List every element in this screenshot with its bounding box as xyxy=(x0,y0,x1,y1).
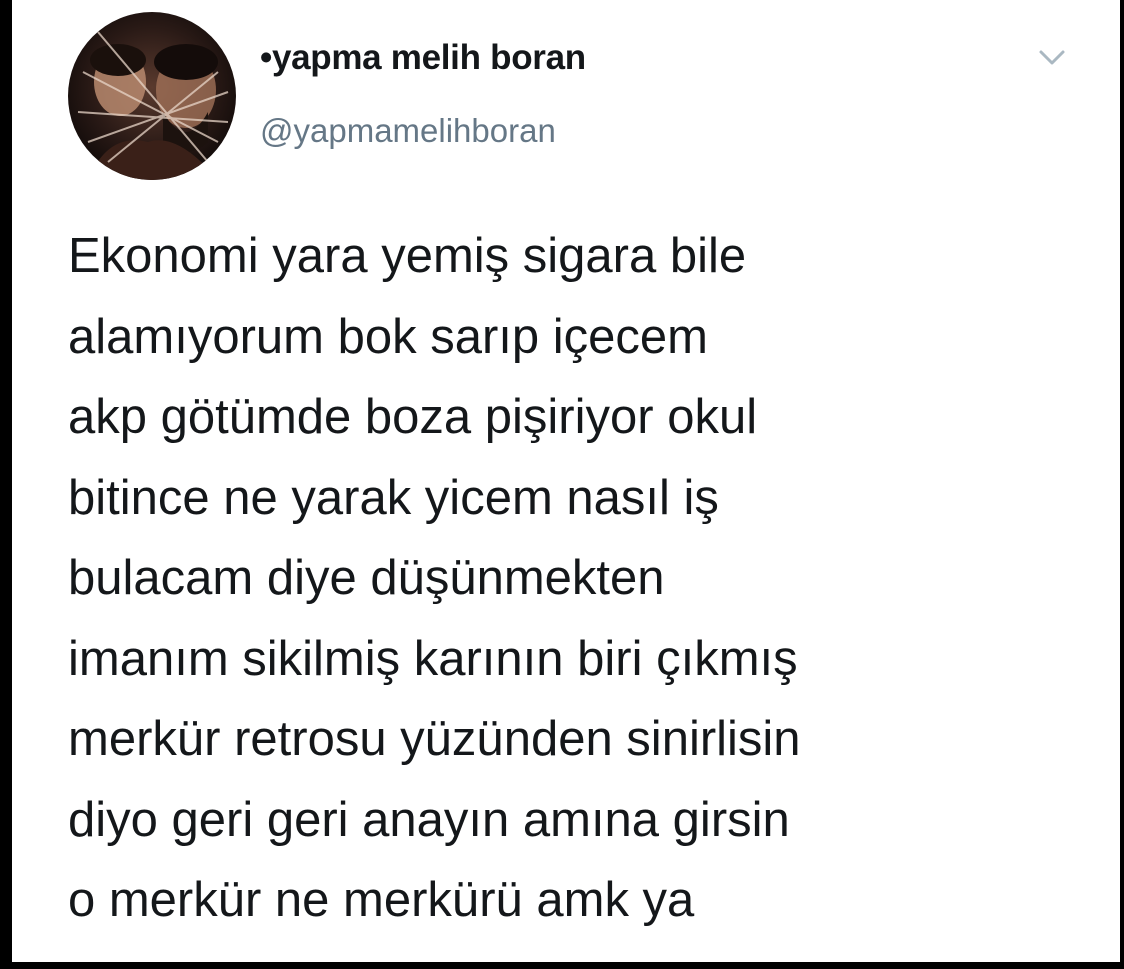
avatar[interactable] xyxy=(68,12,236,180)
tweet-line: merkür retrosu yüzünden sinirlisin xyxy=(68,712,801,766)
tweet-line: bitince ne yarak yicem nasıl iş xyxy=(68,470,719,525)
tweet-menu-button[interactable] xyxy=(1034,40,1070,76)
tweet-line: Ekonomi yara yemiş sigara bile xyxy=(68,229,747,283)
tweet-line: o merkür ne merkürü amk ya xyxy=(68,873,695,927)
tweet-line: bulacam diye düşünmekten xyxy=(68,551,665,605)
tweet-line: alamıyorum bok sarıp içecem xyxy=(68,309,708,364)
tweet-line: diyo geri geri anayın amına girsin xyxy=(68,792,790,847)
author-handle[interactable]: @yapmamelihboran xyxy=(260,112,556,150)
chevron-down-icon xyxy=(1039,50,1065,65)
tweet-line: akp götümde boza pişiriyor okul xyxy=(68,390,758,444)
author-display-name[interactable]: •yapma melih boran xyxy=(260,38,586,78)
tweet-card: •yapma melih boran @yapmamelihboran Ekon… xyxy=(12,0,1120,962)
avatar-image xyxy=(68,12,236,180)
screenshot-frame: •yapma melih boran @yapmamelihboran Ekon… xyxy=(0,0,1124,969)
tweet-line: imanım sikilmiş karının biri çıkmış xyxy=(68,631,798,686)
tweet-body: Ekonomi yara yemiş sigara bile alamıyoru… xyxy=(68,216,1108,941)
